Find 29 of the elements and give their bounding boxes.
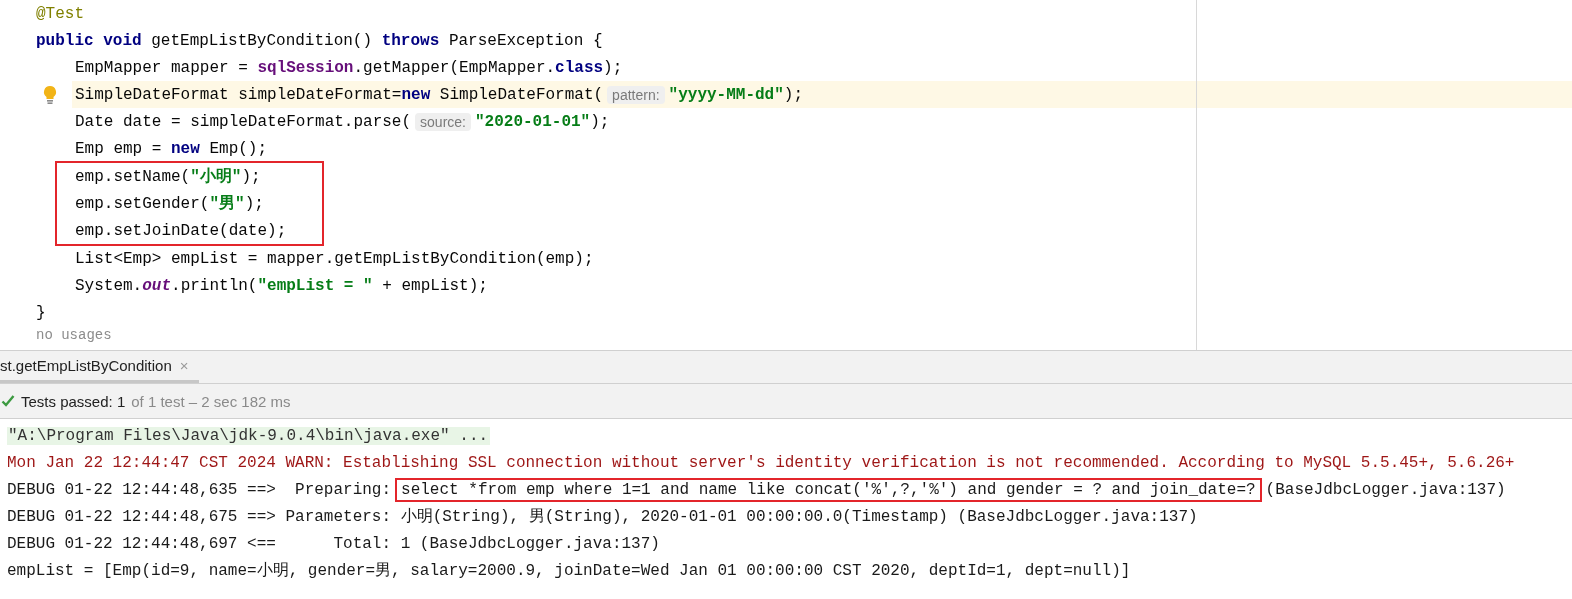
- code-text: System.out.println("empList = " + empList);: [75, 276, 488, 295]
- status-label: Tests passed: 1: [21, 392, 126, 410]
- code-text: "yyyy-MM-dd");: [668, 85, 803, 104]
- check-icon: [1, 394, 15, 408]
- code-text: public void getEmpListByCondition() throws ParseException {: [36, 31, 603, 50]
- code-text: }: [36, 303, 46, 322]
- code-text: List<Emp> empList = mapper.getEmpListByCondition(emp);: [75, 249, 594, 268]
- code-text: emp.setJoinDate(date);: [75, 221, 287, 240]
- console-text: DEBUG 01-22 12:44:48,635 ==> Preparing:: [7, 480, 392, 499]
- code-text: @Test: [36, 4, 84, 23]
- parameter-hint: source:: [415, 112, 471, 131]
- usage-hint: no usages: [36, 326, 113, 344]
- code-text: emp.setName("小明");: [75, 166, 261, 187]
- code-text: SimpleDateFormat simpleDateFormat=new SimpleDateFormat(: [75, 85, 604, 104]
- code-text: Emp emp = new Emp();: [75, 139, 268, 158]
- code-text: EmpMapper mapper = sqlSession.getMapper(EmpMapper.class);: [75, 58, 623, 77]
- console-text: Mon Jan 22 12:44:47 CST 2024 WARN: Establishing SSL connection without server's identity verification is not recommended. According to MySQL 5.5.45+, 5.6.26+: [7, 453, 1515, 472]
- console-text: (BaseJdbcLogger.java:137): [1265, 480, 1506, 499]
- code-text: emp.setGender("男");: [75, 194, 264, 214]
- code-text: "2020-01-01");: [475, 112, 610, 131]
- status-detail: of 1 test – 2 sec 182 ms: [131, 392, 291, 410]
- console-text: DEBUG 01-22 12:44:48,675 ==> Parameters: 小明(String), 男(String), 2020-01-01 00:00:00.0(Timestamp) (BaseJdbcLogger.java:137): [7, 507, 1198, 527]
- lightbulb-icon[interactable]: [42, 85, 58, 105]
- console-text: empList = [Emp(id=9, name=小明, gender=男, salary=2000.9, joinDate=Wed Jan 01 00:00:00 CST 2020, deptId=1, dept=null)]: [7, 561, 1131, 581]
- parameter-hint: pattern:: [607, 85, 665, 104]
- console-text: DEBUG 01-22 12:44:48,697 <== Total: 1 (BaseJdbcLogger.java:137): [7, 534, 660, 553]
- code-text: Date date = simpleDateFormat.parse(: [75, 112, 412, 131]
- sql-statement: select *from emp where 1=1 and name like concat('%',?,'%') and gender = ? and join_date=?: [395, 477, 1262, 502]
- console-text: "A:\Program Files\Java\jdk-9.0.4\bin\java.exe" ...: [7, 426, 491, 445]
